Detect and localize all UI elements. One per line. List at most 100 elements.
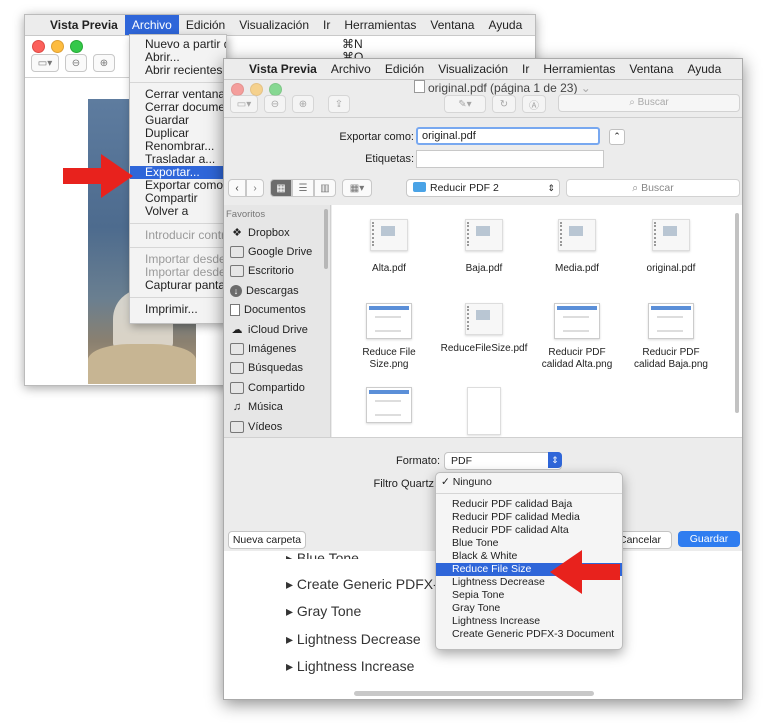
- markup-pen-icon[interactable]: ✎▾: [444, 95, 486, 113]
- menu-app-name[interactable]: Vista Previa: [242, 59, 324, 79]
- file-item[interactable]: Reducir PDF calidad Alta.png: [532, 303, 622, 371]
- menu-ir[interactable]: Ir: [515, 59, 536, 79]
- menu-item-volver-a[interactable]: Volver a: [130, 205, 226, 218]
- sidebar-item-dropbox[interactable]: ❖ Dropbox: [224, 223, 330, 242]
- export-as-field[interactable]: original.pdf: [416, 127, 600, 145]
- sidebar-item-label: Búsquedas: [248, 362, 304, 375]
- zoom-in-icon[interactable]: ⊕: [93, 54, 115, 72]
- zoom-out-icon[interactable]: ⊖: [65, 54, 87, 72]
- collapse-chevron-button[interactable]: ⌃: [609, 129, 625, 145]
- doc-item-label: Lightness Increase: [296, 658, 415, 674]
- zoom-in-icon[interactable]: ⊕: [292, 95, 314, 113]
- sidebar-toggle-icon[interactable]: ▭▾: [230, 95, 258, 113]
- tags-field[interactable]: [416, 150, 604, 168]
- file-item[interactable]: Baja.pdf: [439, 219, 529, 275]
- menu-herramientas[interactable]: Herramientas: [337, 15, 423, 35]
- save-button[interactable]: Guardar: [678, 531, 740, 547]
- back-arrow-icon[interactable]: ‹: [228, 179, 246, 197]
- close-window-button[interactable]: [32, 40, 45, 53]
- menu-ayuda[interactable]: Ayuda: [680, 59, 728, 79]
- quartz-item[interactable]: Reducir PDF calidad Alta: [436, 524, 622, 537]
- menu-ir[interactable]: Ir: [316, 15, 337, 35]
- red-arrow-shape: [63, 154, 133, 198]
- file-item[interactable]: ReduceFileSize.pdf: [439, 303, 529, 355]
- file-item[interactable]: original.pdf: [626, 219, 716, 275]
- folder-icon: [230, 246, 244, 259]
- pdf-thumbnail: [652, 219, 690, 251]
- export-as-value: original.pdf: [422, 130, 476, 142]
- icon-view-icon[interactable]: ▦: [270, 179, 292, 197]
- horizontal-scrollbar[interactable]: [354, 691, 594, 696]
- annotate-icon[interactable]: Ⓐ: [522, 95, 546, 113]
- menu-item-abrir-recientes[interactable]: Abrir recientes: [130, 64, 226, 77]
- file-item[interactable]: Alta.pdf: [344, 219, 434, 275]
- sidebar-item-escritorio[interactable]: Escritorio: [224, 262, 330, 281]
- menu-item-label: Exportar...: [145, 165, 200, 179]
- quartz-item[interactable]: Create Generic PDFX-3 Document: [436, 628, 622, 641]
- sidebar-item-descargas[interactable]: ↓ Descargas: [224, 281, 330, 300]
- folder-popup[interactable]: Reducir PDF 2 ⇕: [406, 179, 560, 197]
- menu-item-imprimir[interactable]: Imprimir...: [130, 303, 226, 316]
- quartz-item[interactable]: Reducir PDF calidad Baja: [436, 498, 622, 511]
- zoom-window-button[interactable]: [70, 40, 83, 53]
- browser-search-field[interactable]: ⌕ Buscar: [566, 179, 740, 197]
- menu-archivo[interactable]: Archivo: [124, 15, 179, 35]
- menu-visualizacion[interactable]: Visualización: [232, 15, 316, 35]
- toolbar-search-field[interactable]: ⌕ Buscar: [558, 94, 740, 112]
- sidebar-item-google-drive[interactable]: Google Drive: [224, 242, 330, 261]
- file-item[interactable]: [439, 387, 529, 435]
- menu-visualizacion[interactable]: Visualización: [431, 59, 515, 79]
- menu-ventana[interactable]: Ventana: [622, 59, 680, 79]
- menu-item-introducir-contrasena: Introducir contraseña...: [130, 229, 226, 242]
- sidebar-item-icloud[interactable]: ☁ iCloud Drive: [224, 320, 330, 339]
- menu-archivo[interactable]: Archivo: [324, 59, 378, 79]
- quartz-item[interactable]: Reducir PDF calidad Media: [436, 511, 622, 524]
- menu-ventana[interactable]: Ventana: [423, 15, 481, 35]
- menu-item-label: Cerrar ventana: [145, 87, 226, 101]
- forward-arrow-icon[interactable]: ›: [246, 179, 264, 197]
- sidebar-item-musica[interactable]: ♫ Música: [224, 398, 330, 417]
- file-name: Reducir PDF calidad Baja.png: [634, 347, 708, 370]
- sidebar-item-documentos[interactable]: Documentos: [224, 301, 330, 320]
- minimize-window-button[interactable]: [51, 40, 64, 53]
- sidebar-header: Favoritos: [226, 209, 266, 220]
- checkmark-icon: ✓: [441, 476, 453, 488]
- menu-herramientas[interactable]: Herramientas: [536, 59, 622, 79]
- new-folder-button[interactable]: Nueva carpeta: [228, 531, 306, 549]
- quartz-item[interactable]: Gray Tone: [436, 602, 622, 615]
- list-view-icon[interactable]: ☰: [292, 179, 314, 197]
- sidebar-item-videos[interactable]: Vídeos: [224, 417, 330, 436]
- search-icon: ⌕: [632, 182, 639, 194]
- sidebar-item-compartido[interactable]: Compartido: [224, 378, 330, 397]
- shortcut-open: ⌘O: [342, 50, 364, 58]
- menu-ayuda[interactable]: Ayuda: [481, 15, 529, 35]
- menu-item-label: Importar desde iPhone: [145, 252, 226, 266]
- format-popup[interactable]: PDF ⇕: [444, 452, 562, 470]
- files-scrollbar[interactable]: [735, 213, 739, 413]
- sidebar-item-imagenes[interactable]: Imágenes: [224, 339, 330, 358]
- column-view-icon[interactable]: ▥: [314, 179, 336, 197]
- file-item[interactable]: Reducir PDF calidad Baja.png: [626, 303, 716, 371]
- group-options-icon[interactable]: ▦▾: [342, 179, 372, 197]
- menu-app-name[interactable]: Vista Previa: [43, 15, 125, 35]
- cloud-icon: ☁: [231, 323, 243, 336]
- window-title-text: original.pdf (página 1 de 23): [428, 81, 578, 95]
- quartz-item[interactable]: Lightness Increase: [436, 615, 622, 628]
- menu-edicion[interactable]: Edición: [179, 15, 232, 35]
- dropbox-icon: ❖: [232, 226, 242, 239]
- file-item[interactable]: [344, 387, 434, 431]
- share-icon[interactable]: ⇪: [328, 95, 350, 113]
- zoom-out-icon[interactable]: ⊖: [264, 95, 286, 113]
- menu-item-label: Imprimir...: [145, 302, 198, 316]
- sidebar-toggle-icon[interactable]: ▭▾: [31, 54, 59, 72]
- sidebar-item-busquedas[interactable]: Búsquedas: [224, 359, 330, 378]
- rotate-icon[interactable]: ↻: [492, 95, 516, 113]
- file-item[interactable]: Reduce File Size.png: [344, 303, 434, 371]
- red-arrow-icon: [550, 550, 620, 594]
- menu-item-label: Renombrar...: [145, 139, 215, 153]
- file-item[interactable]: Media.pdf: [532, 219, 622, 275]
- quartz-item-ninguno[interactable]: ✓ Ninguno: [436, 476, 622, 489]
- sidebar-scrollbar[interactable]: [324, 209, 328, 269]
- menu-edicion[interactable]: Edición: [378, 59, 431, 79]
- menu-item-capturar-pantalla[interactable]: Capturar pantalla: [130, 279, 226, 292]
